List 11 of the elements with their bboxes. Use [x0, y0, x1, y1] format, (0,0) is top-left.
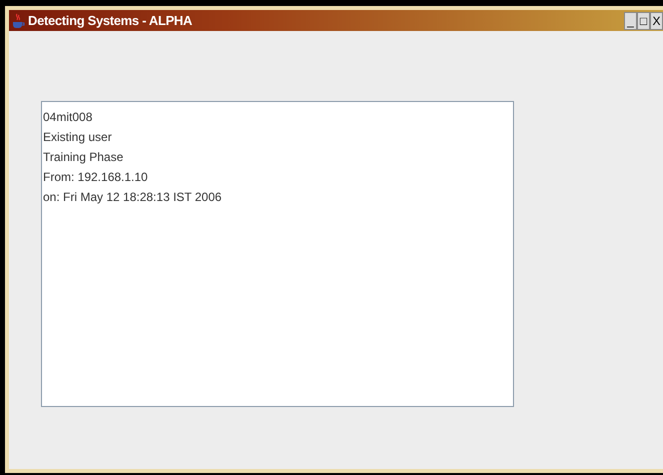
close-button[interactable]: X [650, 12, 663, 30]
text-line: Existing user [43, 129, 112, 146]
text-area[interactable]: 04mit008 Existing user Training Phase From: 192.168.1.10 on: Fri May 12 18:28:13 IST 2006 [41, 101, 514, 407]
text-line: Training Phase [43, 149, 124, 166]
cup-icon [11, 12, 25, 28]
maximize-button[interactable]: □ [637, 12, 650, 30]
text-line: on: Fri May 12 18:28:13 IST 2006 [43, 189, 222, 206]
minimize-button[interactable]: _ [624, 12, 637, 30]
window-title: Detecting Systems - ALPHA [28, 12, 192, 30]
text-line: 04mit008 [43, 109, 92, 126]
text-line: From: 192.168.1.10 [43, 169, 148, 186]
